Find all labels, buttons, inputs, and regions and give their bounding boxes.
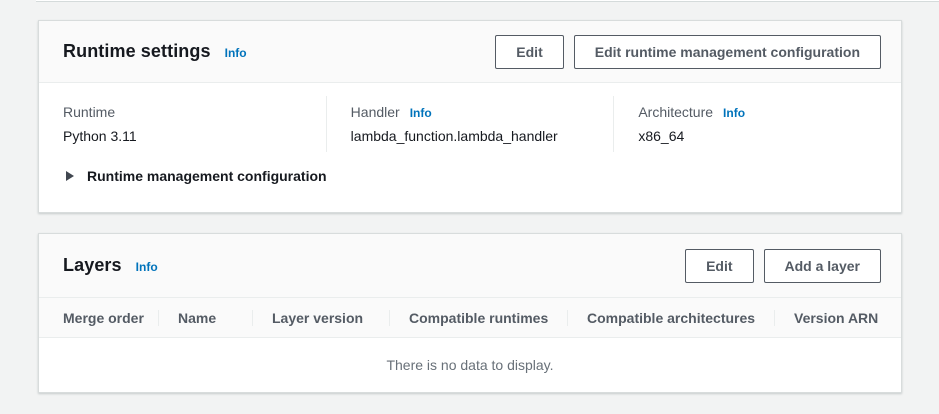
architecture-label: Architecture xyxy=(638,104,713,120)
runtime-settings-actions: Edit Edit runtime management configurati… xyxy=(495,35,881,69)
runtime-management-configuration-expander[interactable]: Runtime management configuration xyxy=(39,161,901,184)
layers-table-header: Merge order Name Layer version Compatibl… xyxy=(39,298,901,338)
layers-table-empty-state: There is no data to display. xyxy=(39,338,901,392)
runtime-label-row: Runtime xyxy=(63,104,306,120)
handler-value: lambda_function.lambda_handler xyxy=(351,128,594,144)
top-divider xyxy=(36,0,939,2)
add-a-layer-button[interactable]: Add a layer xyxy=(764,249,881,283)
column-header-merge-order[interactable]: Merge order xyxy=(39,310,158,326)
handler-label: Handler xyxy=(351,104,400,120)
runtime-label: Runtime xyxy=(63,104,115,120)
runtime-field: Runtime Python 3.11 xyxy=(39,96,326,152)
edit-layers-button[interactable]: Edit xyxy=(685,249,753,283)
handler-field: Handler Info lambda_function.lambda_hand… xyxy=(326,96,614,152)
runtime-settings-info-link[interactable]: Info xyxy=(225,46,247,60)
layers-header: Layers Info Edit Add a layer xyxy=(39,234,901,298)
runtime-settings-header: Runtime settings Info Edit Edit runtime … xyxy=(39,21,901,83)
runtime-settings-title: Runtime settings xyxy=(63,41,211,62)
architecture-value: x86_64 xyxy=(638,128,881,144)
layers-panel: Layers Info Edit Add a layer Merge order… xyxy=(38,233,902,393)
edit-runtime-management-configuration-button[interactable]: Edit runtime management configuration xyxy=(574,35,881,69)
layers-title: Layers xyxy=(63,255,122,276)
runtime-settings-title-group: Runtime settings Info xyxy=(63,41,247,62)
expander-label: Runtime management configuration xyxy=(87,168,327,184)
edit-runtime-settings-button[interactable]: Edit xyxy=(495,35,563,69)
runtime-settings-fields: Runtime Python 3.11 Handler Info lambda_… xyxy=(39,83,901,161)
architecture-info-link[interactable]: Info xyxy=(723,106,745,120)
architecture-field: Architecture Info x86_64 xyxy=(613,96,901,152)
column-header-name[interactable]: Name xyxy=(158,310,252,326)
handler-info-link[interactable]: Info xyxy=(410,106,432,120)
handler-label-row: Handler Info xyxy=(351,104,594,120)
layers-info-link[interactable]: Info xyxy=(136,260,158,274)
layers-actions: Edit Add a layer xyxy=(685,249,881,283)
runtime-value: Python 3.11 xyxy=(63,128,306,144)
architecture-label-row: Architecture Info xyxy=(638,104,881,120)
column-header-layer-version[interactable]: Layer version xyxy=(252,310,389,326)
column-header-compatible-runtimes[interactable]: Compatible runtimes xyxy=(389,310,567,326)
empty-state-message: There is no data to display. xyxy=(386,357,553,373)
runtime-settings-panel: Runtime settings Info Edit Edit runtime … xyxy=(38,20,902,213)
expand-caret-icon xyxy=(65,170,75,182)
column-header-compatible-architectures[interactable]: Compatible architectures xyxy=(567,310,774,326)
layers-title-group: Layers Info xyxy=(63,255,158,276)
column-header-version-arn[interactable]: Version ARN xyxy=(774,310,901,326)
